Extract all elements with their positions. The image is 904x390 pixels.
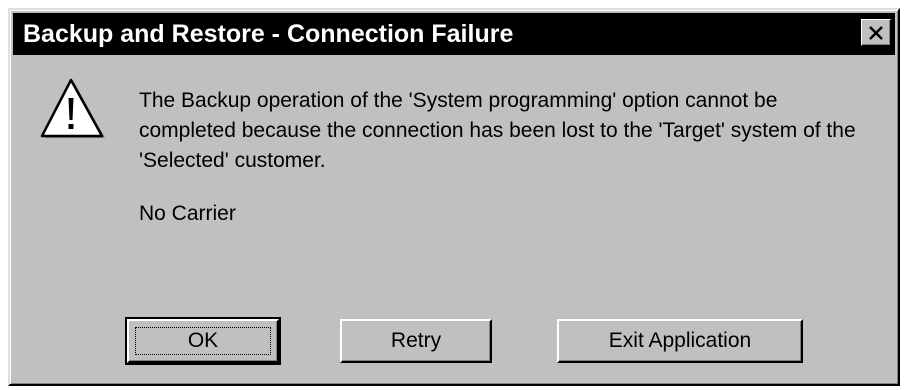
close-icon (869, 25, 883, 40)
exit-application-button[interactable]: Exit Application (557, 319, 803, 363)
status-text: No Carrier (139, 202, 236, 225)
title-bar[interactable]: Backup and Restore - Connection Failure (13, 13, 895, 55)
connection-failure-dialog: Backup and Restore - Connection Failure … (8, 8, 900, 386)
retry-button-label: Retry (390, 329, 442, 352)
ok-button[interactable]: OK (125, 317, 281, 365)
error-message: The Backup operation of the 'System prog… (139, 89, 856, 172)
ok-button-label: OK (187, 329, 219, 352)
close-button[interactable] (861, 19, 891, 46)
warning-icon (40, 78, 105, 138)
retry-button[interactable]: Retry (340, 319, 492, 363)
window-title: Backup and Restore - Connection Failure (23, 20, 514, 48)
exit-application-button-label: Exit Application (608, 329, 752, 352)
